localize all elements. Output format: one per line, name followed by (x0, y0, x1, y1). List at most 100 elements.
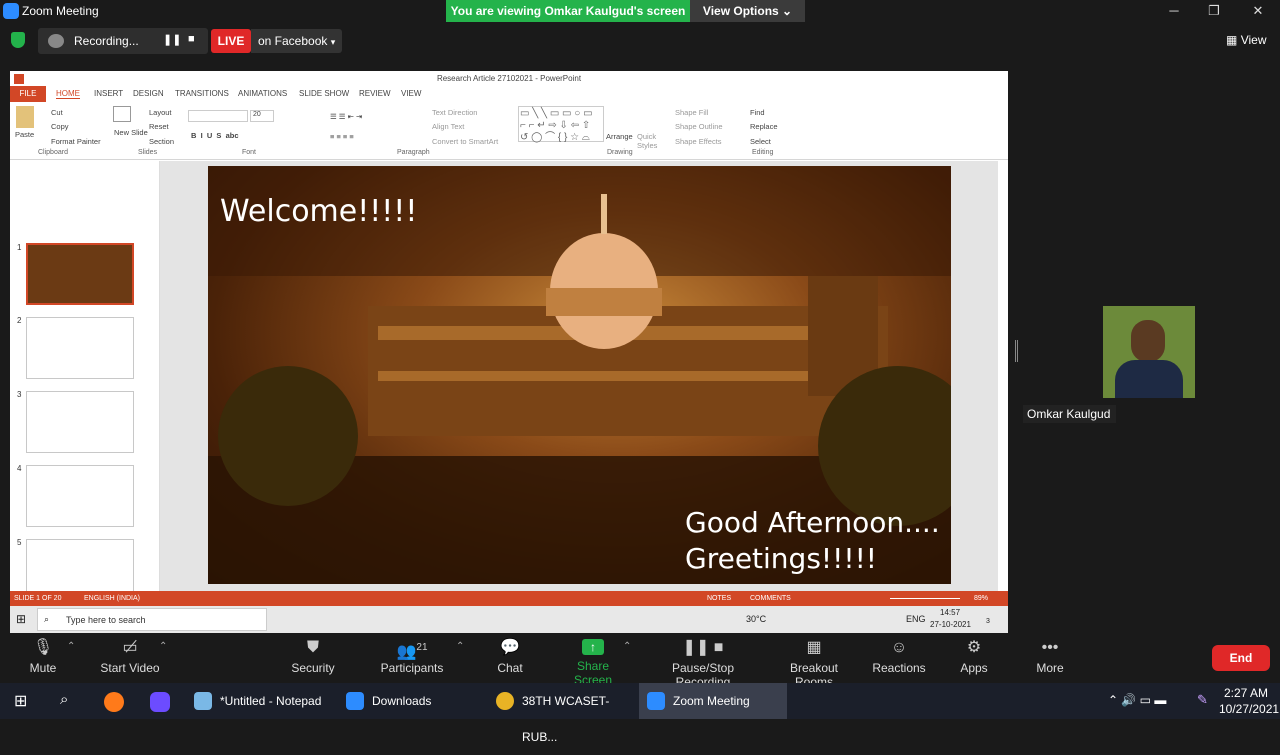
share-screen-button[interactable]: ↑ Share Screen (558, 637, 628, 687)
layout-button[interactable]: Layout (149, 108, 172, 117)
paste-label[interactable]: Paste (15, 130, 34, 139)
slide-thumbnail-3[interactable] (26, 391, 134, 453)
tab-transitions[interactable]: TRANSITIONS (175, 89, 229, 98)
paragraph-group-label: Paragraph (397, 149, 430, 156)
clipboard-group-label: Clipboard (38, 149, 68, 156)
video-options-chevron-icon[interactable]: ⌃ (159, 641, 167, 652)
participants-chevron-icon[interactable]: ⌃ (456, 641, 464, 652)
replace-button[interactable]: Replace (750, 122, 778, 131)
panel-resize-handle[interactable] (1015, 340, 1018, 362)
live-target-dropdown[interactable]: on Facebook ▾ (251, 29, 342, 53)
slide-thumbnail-1[interactable] (26, 243, 134, 305)
share-screen-icon: ↑ (582, 639, 604, 655)
reactions-button[interactable]: ☺ Reactions (872, 637, 926, 681)
align-text-button[interactable]: Align Text (432, 122, 464, 131)
shared-windows-taskbar: ⊞ ⌕ Type here to search 30°C ENG 14:57 2… (10, 606, 1008, 633)
bold-icon[interactable]: B I U S abc (191, 131, 239, 140)
font-size-input[interactable]: 20 (250, 110, 274, 122)
participant-name-label: Omkar Kaulgud (1023, 405, 1116, 423)
chat-icon: 💬 (500, 639, 520, 656)
participant-video[interactable] (1103, 306, 1195, 398)
discord-icon[interactable] (150, 692, 170, 712)
more-label: More (1036, 661, 1064, 675)
view-options-button[interactable]: View Options ⌄ (690, 0, 805, 22)
taskbar-notepad[interactable]: *Untitled - Notepad (186, 683, 328, 719)
notification-badge: 3 (986, 618, 990, 625)
taskbar-item-label: *Untitled - Notepad (220, 694, 322, 708)
taskbar-downloads[interactable]: Downloads (338, 683, 480, 719)
start-video-button[interactable]: ▭̸ Start Video (96, 637, 164, 681)
pen-icon[interactable]: ✎ (1197, 692, 1208, 708)
windows-start-button[interactable]: ⊞ (14, 691, 27, 711)
tab-insert[interactable]: INSERT (94, 89, 123, 98)
quick-styles-button[interactable]: Quick Styles (637, 132, 663, 150)
copy-button[interactable]: Copy (51, 122, 69, 131)
tab-view[interactable]: VIEW (401, 89, 421, 98)
shape-fill-button[interactable]: Shape Fill (675, 108, 708, 117)
system-date[interactable]: 10/27/2021 (1219, 702, 1279, 716)
mute-label: Mute (29, 661, 57, 675)
share-chevron-icon[interactable]: ⌃ (623, 641, 631, 652)
select-button[interactable]: Select (750, 137, 771, 146)
reset-button[interactable]: Reset (149, 122, 169, 131)
security-button[interactable]: ⛊ Security (285, 637, 341, 681)
apps-button[interactable]: ⚙ Apps (957, 637, 991, 681)
viewing-screen-banner: You are viewing Omkar Kaulgud's screen (446, 0, 690, 22)
pause-stop-recording-button[interactable]: ❚❚ ■ Pause/Stop Recording (645, 637, 761, 689)
tab-design[interactable]: DESIGN (133, 89, 164, 98)
shapes-gallery[interactable]: ▭ ╲ ╲ ▭ ▭ ○ ▭ ⌐ ⌐ ↵ ⇨ ⇩ ⇦ ⇧ ↺ ◯ ⌒ { } ☆ ⌓ (518, 106, 604, 143)
participants-button[interactable]: 👥21 Participants (380, 637, 444, 681)
paste-icon[interactable] (16, 106, 34, 128)
text-direction-button[interactable]: Text Direction (432, 108, 477, 117)
tray-icons[interactable]: ⌃ 🔊 ▭ ▬ (1108, 693, 1166, 707)
find-button[interactable]: Find (750, 108, 765, 117)
pause-recording-icon[interactable]: ❚❚ (163, 33, 181, 46)
tab-review[interactable]: REVIEW (359, 89, 391, 98)
stop-recording-icon[interactable]: ■ (188, 33, 195, 45)
mute-button[interactable]: 🎙 Mute (20, 637, 66, 681)
breakout-rooms-button[interactable]: ▦ Breakout Rooms (770, 637, 858, 689)
convert-smartart-button[interactable]: Convert to SmartArt (432, 137, 498, 146)
firefox-icon[interactable] (104, 692, 124, 712)
search-icon[interactable]: ⌕ (60, 691, 68, 708)
tab-home[interactable]: HOME (56, 89, 80, 99)
taskbar-zoom[interactable]: Zoom Meeting (639, 683, 787, 719)
tab-slide-show[interactable]: SLIDE SHOW (299, 89, 349, 98)
shape-effects-button[interactable]: Shape Effects (675, 137, 722, 146)
tab-file[interactable]: FILE (10, 86, 46, 102)
maximize-icon[interactable]: ❐ (1199, 2, 1229, 20)
search-placeholder: Type here to search (66, 615, 146, 625)
new-slide-label[interactable]: New Slide (114, 128, 148, 137)
arrange-button[interactable]: Arrange (606, 132, 633, 141)
tab-animations[interactable]: ANIMATIONS (238, 89, 287, 98)
shape-outline-button[interactable]: Shape Outline (675, 122, 723, 131)
slide-thumbnail-2[interactable] (26, 317, 134, 379)
zoom-slider[interactable] (890, 598, 960, 599)
current-slide[interactable]: Welcome!!!!! Good Afternoon.... Greeting… (208, 166, 951, 584)
new-slide-icon[interactable] (113, 106, 131, 122)
format-painter-button[interactable]: Format Painter (51, 137, 101, 146)
encryption-shield-icon[interactable] (11, 32, 25, 48)
minimize-icon[interactable]: ─ (1159, 2, 1189, 20)
view-button[interactable]: ▦ View (1226, 33, 1266, 47)
section-button[interactable]: Section (149, 137, 174, 146)
taskbar-chrome[interactable]: 38TH WCASET-RUB... (488, 683, 636, 744)
bullets-icon[interactable]: ☰ ☰ ⇤ ⇥ (330, 112, 362, 121)
thumb-number: 2 (17, 316, 22, 325)
slide-thumbnail-4[interactable] (26, 465, 134, 527)
live-badge[interactable]: LIVE (211, 29, 251, 53)
chat-button[interactable]: 💬 Chat (490, 637, 530, 681)
slide-editing-area: Welcome!!!!! Good Afternoon.... Greeting… (160, 161, 998, 591)
ellipsis-icon: ••• (1041, 639, 1059, 656)
end-meeting-button[interactable]: End (1212, 645, 1270, 671)
more-button[interactable]: ••• More (1032, 637, 1068, 681)
font-name-input[interactable] (188, 110, 248, 122)
system-time[interactable]: 2:27 AM (1224, 686, 1268, 700)
close-icon[interactable]: ✕ (1243, 2, 1273, 20)
thumb-number: 3 (17, 390, 22, 399)
align-icons[interactable]: ≡ ≡ ≡ ≡ (330, 132, 354, 141)
cut-button[interactable]: Cut (51, 108, 63, 117)
mute-options-chevron-icon[interactable]: ⌃ (67, 641, 75, 652)
comments-button[interactable]: COMMENTS (750, 595, 791, 602)
notes-button[interactable]: NOTES (707, 595, 731, 602)
